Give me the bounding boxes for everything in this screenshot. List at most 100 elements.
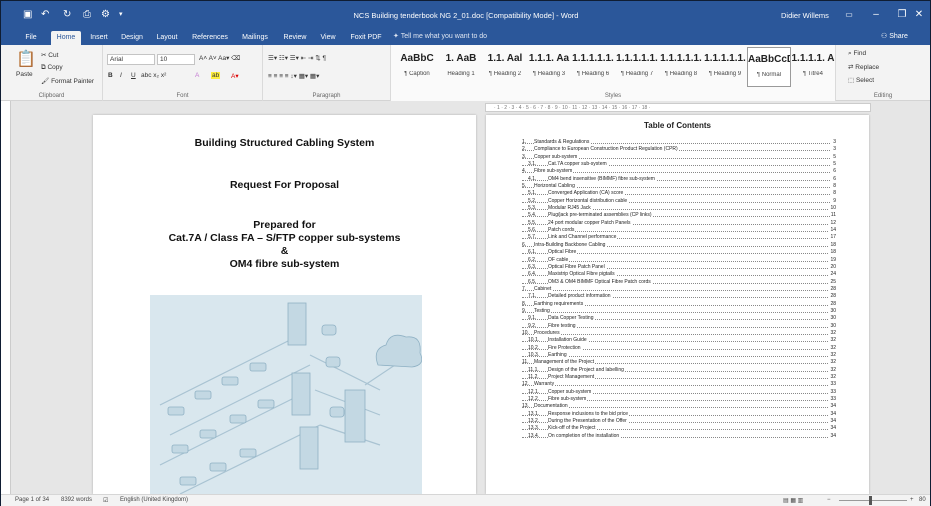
toc-entry[interactable]: 11.2. Project Management 32 — [522, 374, 836, 381]
tab-layout[interactable]: Layout — [154, 31, 180, 45]
toc-entry[interactable]: 6.5. OM3 & OM4 BIMMF Optical Fibre Patch … — [522, 278, 836, 286]
toc-entry[interactable]: 7.1. Detailed product information 28 — [522, 293, 836, 301]
toc-entry[interactable]: 13. Documentation 34 — [522, 403, 836, 411]
paste-button[interactable]: Paste — [16, 71, 33, 78]
toc-entry[interactable]: 4. Fibre sub-system 6 — [522, 168, 836, 176]
toc-entry[interactable]: 10.3. Earthing 32 — [522, 351, 836, 359]
save-icon[interactable]: ▣ — [23, 8, 32, 22]
tell-me-search[interactable]: ✦ Tell me what you want to do — [393, 32, 487, 40]
zoom-slider-thumb[interactable] — [869, 496, 872, 505]
underline-icon[interactable]: U — [131, 72, 136, 79]
highlight-icon[interactable]: ab — [211, 72, 221, 79]
toc-entry[interactable]: 9. Testing 30 — [522, 307, 836, 315]
zoom-in-icon[interactable]: + — [910, 497, 914, 503]
toc-entry[interactable]: 13.1. Response inclusions to the bid pric… — [522, 410, 836, 418]
text-effects-icon[interactable]: A — [195, 72, 199, 79]
toc-entry[interactable]: 10.1. Installation Guide 32 — [522, 337, 836, 345]
toc-entry[interactable]: 9.2. Fibre testing 30 — [522, 322, 836, 330]
toc-entry[interactable]: 6.3. Optical Fibre Patch Panel 20 — [522, 263, 836, 271]
toc-entry[interactable]: 2. Compliance to European Construction Pr… — [522, 146, 836, 154]
quick-access-dropdown-icon[interactable]: ▾ — [119, 8, 123, 22]
toc-entry[interactable]: 6. Intra-Building Backbone Cabling 18 — [522, 241, 836, 249]
toc-entry[interactable]: 12. Warranty 33 — [522, 381, 836, 389]
toc-page[interactable]: Table of Contents 1. Standards & Regulati… — [486, 115, 869, 494]
toc-entry[interactable]: 6.2. OF cable 19 — [522, 256, 836, 264]
toc-entry[interactable]: 3.1. Cat.7A copper sub-system 5 — [522, 161, 836, 169]
redo-icon[interactable]: ↻ — [63, 8, 71, 22]
replace-button[interactable]: ⇄ Replace — [848, 63, 879, 71]
toc-entry[interactable]: 13.3. Kick-off of the Project 34 — [522, 425, 836, 433]
alignment-icons[interactable]: ≡ ≡ ≡ ≡ ↕▾ ▦▾ ▦▾ — [268, 72, 319, 80]
paste-icon[interactable]: 📋 — [16, 49, 36, 69]
zoom-slider[interactable] — [839, 500, 907, 501]
style-item[interactable]: 1.1.1.1.1. ¶ Heading 8 — [659, 47, 703, 87]
copy-button[interactable]: ⧉ Copy — [41, 64, 63, 72]
toc-entry[interactable]: 5.7. Link and Channel performance 17 — [522, 234, 836, 242]
style-item[interactable]: 1.1.1.1. A ¶ Titre4 — [791, 47, 835, 87]
list-icons[interactable]: ☰▾ ☷▾ ☰▾ ⇤ ⇥ ⇅ ¶ — [268, 54, 326, 62]
style-item[interactable]: 1.1.1.1.1. ¶ Heading 6 — [571, 47, 615, 87]
toc-entry[interactable]: 7. Cabinet 28 — [522, 285, 836, 293]
style-item[interactable]: AaBbCcD ¶ Normal — [747, 47, 791, 87]
toc-entry[interactable]: 6.4. Maxistrip Optical Fibre pigtails 24 — [522, 271, 836, 279]
toc-entry[interactable]: 10. Procedures 32 — [522, 329, 836, 337]
tab-file[interactable]: File — [20, 31, 42, 45]
proofing-icon[interactable]: ☑ — [103, 497, 108, 504]
style-item[interactable]: 1.1. Aal ¶ Heading 2 — [483, 47, 527, 87]
page-count[interactable]: Page 1 of 34 — [15, 497, 49, 503]
toc-entry[interactable]: 5.6. Patch cords 14 — [522, 227, 836, 235]
style-item[interactable]: AaBbC ¶ Caption — [395, 47, 439, 87]
tab-home[interactable]: Home — [51, 31, 81, 45]
zoom-level[interactable]: 80 — [919, 497, 926, 503]
view-mode-icons[interactable]: ▤ ▦ ▥ — [783, 497, 803, 504]
grow-font-icon[interactable]: A˄ A˅ Aa▾ ⌫ — [199, 54, 240, 62]
print-preview-icon[interactable]: ⎙ — [83, 8, 91, 22]
toc-entry[interactable]: 8. Earthing requirements 28 — [522, 300, 836, 308]
horizontal-ruler[interactable]: · 1 · 2 · 3 · 4 · 5 · 6 · 7 · 8 · 9 · 10… — [485, 103, 871, 112]
find-button[interactable]: ⌕ Find — [848, 50, 866, 58]
share-button[interactable]: ⚇ Share — [881, 32, 908, 40]
format-painter-button[interactable]: 🖌 Format Painter — [41, 77, 94, 85]
tab-insert[interactable]: Insert — [87, 31, 111, 45]
close-icon[interactable]: ✕ — [906, 7, 931, 23]
bold-icon[interactable]: B — [108, 72, 113, 79]
toc-entry[interactable]: 5.1. Converged Application (CA) score 8 — [522, 190, 836, 198]
customize-icon[interactable]: ⚙ — [101, 8, 110, 22]
user-name[interactable]: Didier Willems — [781, 11, 829, 20]
tab-view[interactable]: View — [317, 31, 339, 45]
select-button[interactable]: ⬚ Select — [848, 76, 874, 84]
strike-sub-sup-icons[interactable]: abc x₂ x² — [141, 72, 166, 79]
toc-entry[interactable]: 13.4. On completion of the installation 34 — [522, 432, 836, 440]
tab-design[interactable]: Design — [119, 31, 145, 45]
toc-entry[interactable]: 5. Horizontal Cabling 8 — [522, 183, 836, 191]
tab-review[interactable]: Review — [281, 31, 309, 45]
toc-entry[interactable]: 6.1. Optical Fibre 18 — [522, 249, 836, 257]
font-size-box[interactable]: 10 — [157, 54, 195, 65]
toc-entry[interactable]: 3. Copper sub-system 5 — [522, 153, 836, 161]
toc-entry[interactable]: 11. Management of the Project 32 — [522, 359, 836, 367]
cut-button[interactable]: ✂ Cut — [41, 51, 58, 59]
style-item[interactable]: 1.1.1. Aa ¶ Heading 3 — [527, 47, 571, 87]
toc-entry[interactable]: 5.3. Modular RJ45 Jack 10 — [522, 205, 836, 213]
undo-icon[interactable]: ↶ — [41, 8, 49, 22]
italic-icon[interactable]: I — [120, 72, 122, 79]
style-item[interactable]: 1.1.1.1.1. ¶ Heading 9 — [703, 47, 747, 87]
font-color-icon[interactable]: A▾ — [231, 72, 239, 80]
toc-entry[interactable]: 12.1. Copper sub-system 33 — [522, 388, 836, 396]
vertical-ruler[interactable] — [1, 101, 11, 494]
tab-mailings[interactable]: Mailings — [239, 31, 271, 45]
style-item[interactable]: 1. AaB Heading 1 — [439, 47, 483, 87]
ribbon-display-icon[interactable]: ▭ — [836, 7, 862, 23]
toc-entry[interactable]: 1. Standards & Regulations 3 — [522, 139, 836, 146]
toc-entry[interactable]: 12.2. Fibre sub-system 33 — [522, 396, 836, 404]
toc-entry[interactable]: 5.4. Plug/jack pre-terminated assemblies … — [522, 212, 836, 220]
toc-entry[interactable]: 10.2. Fire Protection 32 — [522, 344, 836, 352]
zoom-out-icon[interactable]: − — [827, 497, 831, 503]
cover-page[interactable]: Building Structured Cabling System Reque… — [93, 115, 476, 494]
toc-entry[interactable]: 9.1. Data Copper Testing 30 — [522, 315, 836, 323]
document-canvas[interactable]: · 1 · 2 · 3 · 4 · 5 · 6 · 7 · 8 · 9 · 10… — [11, 101, 930, 494]
tab-references[interactable]: References — [190, 31, 230, 45]
toc-entry[interactable]: 5.2. Copper Horizontal distribution cable… — [522, 197, 836, 205]
toc-entry[interactable]: 11.1. Design of the Project and labelling… — [522, 366, 836, 374]
toc-entry[interactable]: 5.5. 24 port modular copper Patch Panels 1… — [522, 219, 836, 227]
